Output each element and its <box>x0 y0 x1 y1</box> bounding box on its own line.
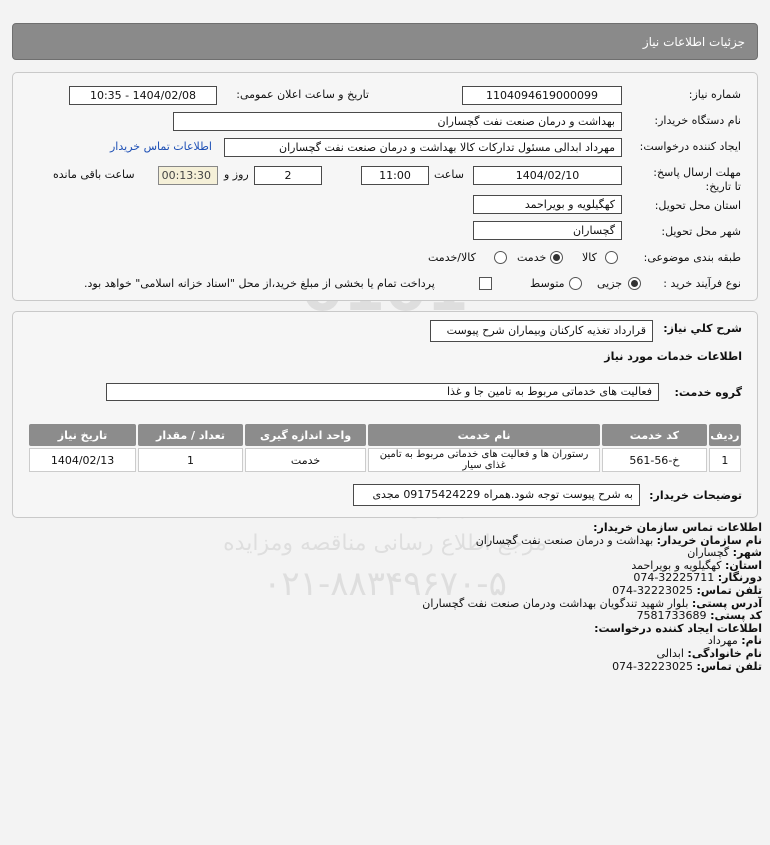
need-details-panel <box>12 72 758 301</box>
process-label: نوع فرآیند خرید : <box>663 277 741 290</box>
treasury-payment-checkbox[interactable] <box>479 277 492 290</box>
category-option-service: خدمت <box>517 251 547 264</box>
province-label: استان محل تحویل: <box>654 199 741 212</box>
days-label: روز و <box>224 168 249 181</box>
process-option-medium: متوسط <box>530 277 565 290</box>
announce-date-label: تاریخ و ساعت اعلان عمومی: <box>236 88 369 101</box>
creator-heading: اطلاعات ایجاد کننده درخواست: <box>594 621 762 635</box>
province-field[interactable]: کهگیلویه و بویراحمد <box>473 195 622 214</box>
buyer-notes-field[interactable]: به شرح پیوست توجه شود.همراه 09175424229 … <box>353 484 640 506</box>
contact-info: اطلاعات تماس سازمان خریدار: نام سازمان خ… <box>2 521 762 673</box>
service-group-label: گروه خدمت: <box>674 386 742 399</box>
creator-phone-line: تلفن تماس: 074-32223025 <box>612 659 762 673</box>
process-radio-minor[interactable] <box>628 277 641 290</box>
category-option-both: کالا/خدمت <box>428 251 476 264</box>
col-header-unit: واحد اندازه گیری <box>244 424 367 446</box>
contact-postal-line: کد پستی: 7581733689 <box>636 609 762 623</box>
page-title: جزئیات اطلاعات نیاز <box>12 23 758 60</box>
days-remaining-field[interactable]: 2 <box>254 166 322 185</box>
city-field[interactable]: گچساران <box>473 221 622 240</box>
creator-name-line: نام: مهرداد <box>707 634 762 648</box>
deadline-label: مهلت ارسال پاسخ: تا تاریخ: <box>653 166 741 193</box>
deadline-date-field[interactable]: 1404/02/10 <box>473 166 622 185</box>
buyer-contact-link[interactable]: اطلاعات تماس خریدار <box>110 140 212 153</box>
category-radio-goods[interactable] <box>605 251 618 264</box>
city-label: شهر محل تحویل: <box>661 225 741 238</box>
deadline-time-field[interactable]: 11:00 <box>361 166 429 185</box>
need-number-label: شماره نیاز: <box>688 88 741 101</box>
service-group-field[interactable]: فعالیت های خدماتی مربوط به تامین جا و غذ… <box>106 383 659 401</box>
services-heading: اطلاعات خدمات مورد نیاز <box>604 350 742 363</box>
buyer-org-label: نام دستگاه خریدار: <box>654 114 741 127</box>
creator-label: ایجاد کننده درخواست: <box>639 140 741 153</box>
deadline-time-label: ساعت <box>434 168 464 181</box>
cell-name: رستوران ها و فعالیت های خدماتی مربوط به … <box>368 448 600 472</box>
remaining-timer: 00:13:30 <box>158 166 218 185</box>
summary-field[interactable]: قرارداد تغذیه کارکنان وبیماران شرح پیوست <box>430 320 653 342</box>
cell-date: 1404/02/13 <box>29 448 137 472</box>
announce-date-field[interactable]: 1404/02/08 - 10:35 <box>69 86 217 105</box>
services-table: ردیف کد خدمت نام خدمت واحد اندازه گیری ت… <box>27 422 743 474</box>
col-header-row: ردیف <box>708 424 741 446</box>
remaining-label: ساعت باقی مانده <box>53 168 135 181</box>
category-option-goods: کالا <box>582 251 597 264</box>
process-radio-medium[interactable] <box>569 277 582 290</box>
cell-row: 1 <box>708 448 741 472</box>
col-header-date: تاریخ نیاز <box>29 424 137 446</box>
category-label: طبقه بندی موضوعی: <box>643 251 741 264</box>
col-header-name: نام خدمت <box>368 424 600 446</box>
col-header-code: کد خدمت <box>601 424 707 446</box>
category-radio-service[interactable] <box>550 251 563 264</box>
buyer-org-field[interactable]: بهداشت و درمان صنعت نفت گچساران <box>173 112 622 131</box>
need-number-field[interactable]: 1104094619000099 <box>462 86 622 105</box>
table-row: 1 خ-56-561 رستوران ها و فعالیت های خدمات… <box>29 448 741 472</box>
cell-unit: خدمت <box>244 448 367 472</box>
summary-label: شرح کلي نياز: <box>663 322 742 335</box>
buyer-notes-label: توضیحات خریدار: <box>649 489 742 502</box>
creator-field[interactable]: مهرداد ابدالی مسئول تدارکات کالا بهداشت … <box>224 138 622 157</box>
col-header-qty: تعداد / مقدار <box>138 424 243 446</box>
category-radio-both[interactable] <box>494 251 507 264</box>
treasury-payment-note: پرداخت تمام یا بخشی از مبلغ خرید،از محل … <box>84 277 435 290</box>
process-option-minor: جزیی <box>597 277 623 290</box>
cell-code: خ-56-561 <box>601 448 707 472</box>
cell-qty: 1 <box>138 448 243 472</box>
contact-org-line: نام سازمان خریدار: بهداشت و درمان صنعت ن… <box>475 533 762 547</box>
